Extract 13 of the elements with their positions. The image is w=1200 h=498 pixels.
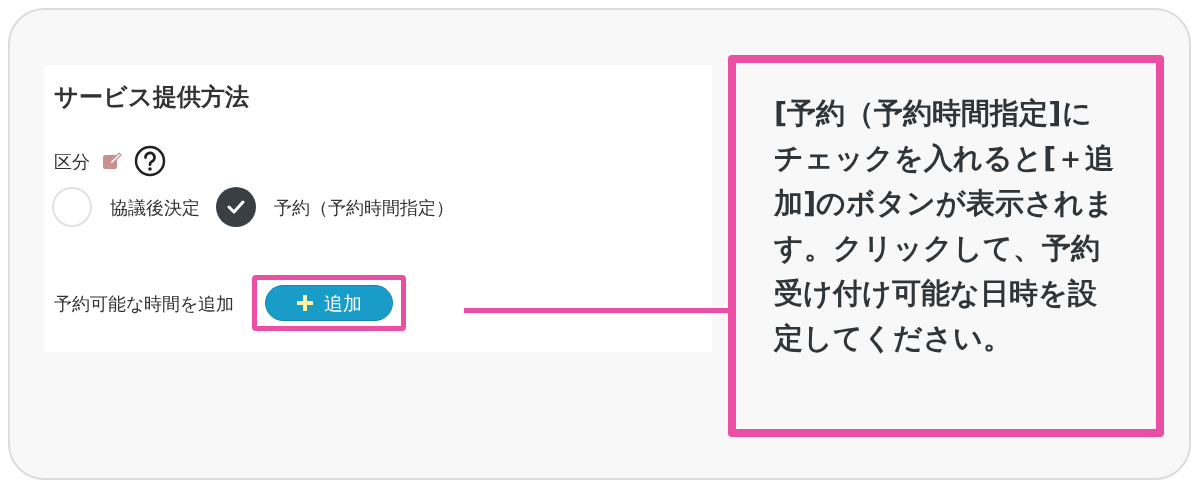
radio-label: 協議後決定	[110, 195, 200, 220]
radio-button[interactable]	[216, 187, 256, 227]
plus-icon	[296, 294, 314, 312]
add-time-label: 予約可能な時間を追加	[54, 291, 234, 316]
help-icon[interactable]	[134, 145, 166, 177]
edit-icon[interactable]	[102, 151, 122, 171]
check-icon	[227, 200, 245, 214]
section-title: サービス提供方法	[54, 82, 249, 113]
field-label: 区分	[54, 149, 90, 174]
radio-button[interactable]	[52, 187, 92, 227]
radio-label: 予約（予約時間指定）	[274, 195, 454, 220]
callout-text: [予約（予約時間指定]にチェックを入れると[＋追加]のボタンが表示されます。クリックして、予約受け付け可能な日時を設定してください。	[774, 95, 1116, 357]
add-button[interactable]: 追加	[265, 285, 393, 321]
